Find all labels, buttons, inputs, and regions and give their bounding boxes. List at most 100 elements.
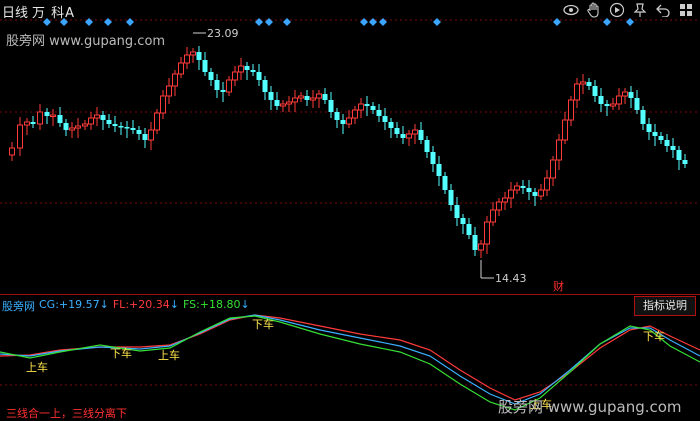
signal-buy-label: 上车	[158, 349, 180, 362]
candle-body	[376, 110, 382, 116]
signal-diamond	[369, 18, 377, 26]
candle-body	[334, 112, 340, 120]
candle-body	[310, 97, 316, 101]
candle-body	[69, 127, 75, 131]
high-price-label: 23.09	[207, 27, 239, 40]
signal-diamonds	[43, 18, 634, 26]
candle-body	[634, 98, 640, 110]
candle-body	[508, 189, 514, 199]
candle-body	[44, 112, 50, 116]
candle-body	[574, 83, 580, 101]
fs-label: FS:	[182, 298, 200, 311]
cg-line	[0, 314, 700, 405]
candle-body	[202, 60, 208, 72]
candle-body	[460, 218, 466, 224]
low-price-label: 14.43	[495, 272, 527, 285]
candle-body	[226, 79, 232, 93]
candle-body	[292, 97, 298, 103]
cg-value: +19.57	[58, 298, 100, 311]
candle-body	[532, 192, 538, 196]
chart-canvas[interactable]	[0, 0, 700, 420]
signal-diamond	[433, 18, 441, 26]
signal-sell-label: 下车	[643, 330, 665, 343]
candle-body	[94, 114, 100, 119]
candle-body	[340, 120, 346, 124]
candle-body	[262, 80, 268, 92]
candle-body	[250, 70, 256, 72]
panel-divider[interactable]	[0, 294, 700, 295]
candle-body	[118, 126, 124, 128]
candle-body	[592, 86, 598, 96]
candle-body	[184, 54, 190, 64]
candle-body	[214, 80, 220, 90]
candle-body	[208, 72, 214, 80]
candle-body	[412, 129, 418, 135]
candle-body	[472, 235, 478, 250]
signal-diamond	[379, 18, 387, 26]
candle-body	[646, 124, 652, 132]
candle-body	[490, 209, 496, 223]
candle-body	[442, 176, 448, 190]
candle-body	[502, 197, 508, 203]
signal-diamond	[126, 18, 134, 26]
candle-body	[148, 129, 154, 141]
candle-body	[496, 201, 502, 211]
candle-body	[136, 130, 142, 134]
candle-body	[526, 188, 532, 192]
candle-body	[322, 94, 328, 100]
finance-marker[interactable]: 财	[553, 278, 564, 294]
candle-body	[88, 117, 94, 125]
signal-sell-label: 下车	[252, 318, 274, 331]
candle-body	[454, 205, 460, 218]
signal-diamond	[43, 18, 51, 26]
candle-body	[514, 185, 520, 191]
candle-body	[298, 95, 304, 99]
candle-body	[124, 127, 130, 129]
candle-body	[466, 224, 472, 235]
fl-value: +20.34	[129, 298, 170, 311]
candle-body	[9, 147, 15, 156]
candle-body	[544, 177, 550, 191]
candle-body	[232, 71, 238, 81]
fl-label: FL:	[112, 298, 130, 311]
candle-body	[664, 140, 670, 146]
signal-diamond	[603, 18, 611, 26]
candle-body	[424, 140, 430, 152]
indicator-footnote: 三线合一上，三线分离下	[6, 407, 127, 420]
candle-body	[652, 132, 658, 136]
candle-body	[676, 150, 682, 160]
candle-body	[640, 110, 646, 124]
signal-buy-label: 上车	[26, 361, 48, 374]
candle-body	[17, 124, 23, 149]
candle-body	[352, 109, 358, 119]
cg-readout: CG:+19.57↓	[39, 298, 109, 314]
candle-body	[274, 100, 280, 106]
chart-gridlines	[0, 19, 700, 386]
signal-diamond	[626, 18, 634, 26]
candle-body	[75, 125, 81, 129]
candle-body	[220, 90, 226, 92]
candle-body	[580, 81, 586, 85]
indicator-explain-button[interactable]: 指标说明	[634, 296, 696, 316]
candle-body	[280, 103, 286, 107]
candle-body	[63, 123, 69, 130]
indicator-name: 股旁网	[2, 300, 35, 313]
candle-body	[388, 122, 394, 128]
candle-body	[598, 96, 604, 104]
candle-body	[130, 128, 136, 130]
candle-body	[112, 124, 118, 126]
candle-body	[520, 186, 526, 188]
candle-body	[616, 95, 622, 105]
candle-body	[24, 121, 30, 126]
signal-diamond	[360, 18, 368, 26]
candle-body	[316, 93, 322, 99]
indicator-title: 股旁网 CG:+19.57↓ FL:+20.34↓ FS:+18.80↓	[2, 298, 250, 314]
signal-diamond	[60, 18, 68, 26]
candle-body	[178, 62, 184, 75]
signal-diamond	[553, 18, 561, 26]
candle-body	[328, 100, 334, 112]
candle-body	[670, 146, 676, 150]
candle-body	[166, 85, 172, 97]
signal-diamond	[265, 18, 273, 26]
candle-body	[436, 164, 442, 176]
